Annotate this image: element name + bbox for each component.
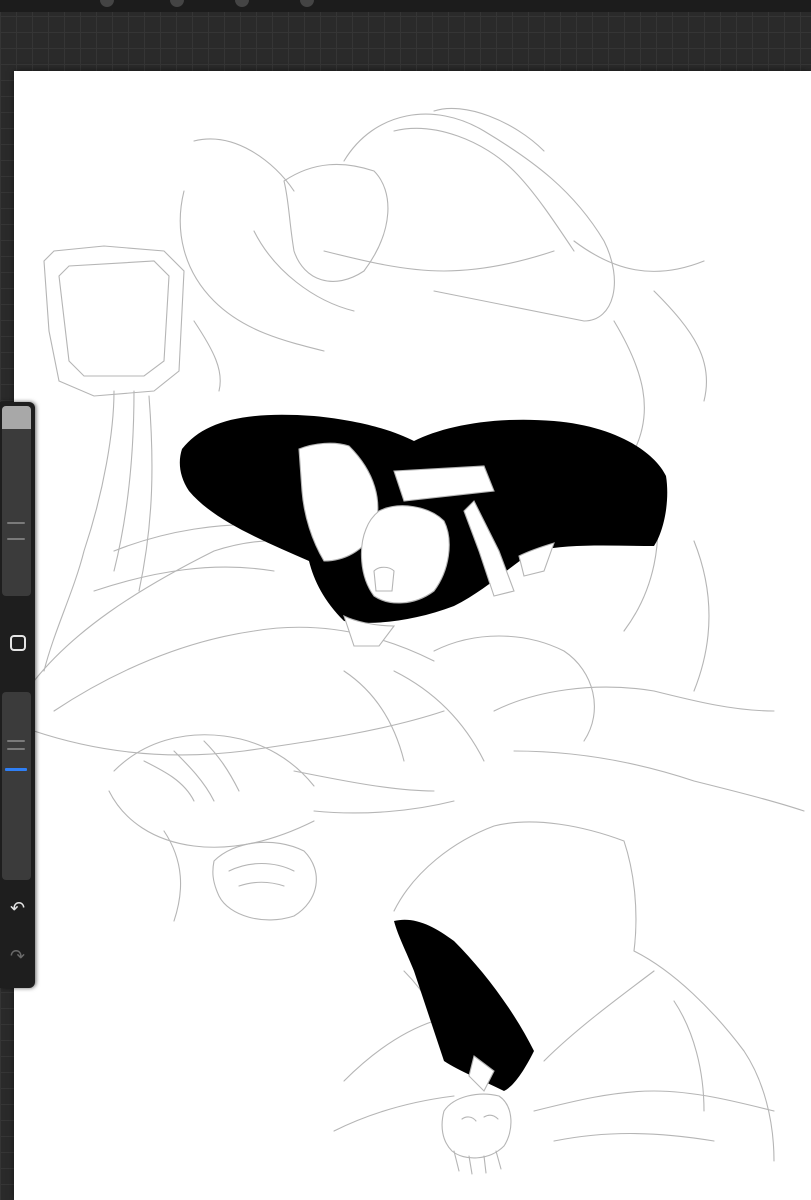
pencil-sketch-lines: [33, 107, 805, 1175]
brush-size-grip-bottom: [7, 538, 25, 540]
drawing-canvas[interactable]: [14, 71, 811, 1200]
opacity-grip-top: [7, 740, 25, 742]
brush-size-grip-top: [7, 522, 25, 524]
toolbar-button-2[interactable]: [170, 0, 184, 7]
brush-size-slider[interactable]: [2, 406, 31, 596]
top-toolbar: [0, 0, 811, 12]
redo-arrow-icon: ↷: [9, 946, 26, 967]
redo-button[interactable]: ↷: [0, 940, 35, 974]
toolbar-button-4[interactable]: [300, 0, 314, 7]
sketch-artwork: [33, 107, 805, 1175]
opacity-slider[interactable]: [2, 692, 31, 880]
undo-arrow-icon: ↶: [9, 898, 26, 919]
undo-button[interactable]: ↶: [0, 892, 35, 926]
brush-size-fill: [2, 406, 31, 429]
toolbar-button-1[interactable]: [100, 0, 114, 7]
modify-button[interactable]: [0, 626, 35, 660]
side-toolbar: ↶ ↷: [0, 402, 35, 988]
opacity-grip-middle: [7, 748, 25, 750]
square-icon: [9, 635, 26, 651]
toolbar-button-3[interactable]: [235, 0, 249, 7]
opacity-level-marker[interactable]: [5, 768, 27, 771]
